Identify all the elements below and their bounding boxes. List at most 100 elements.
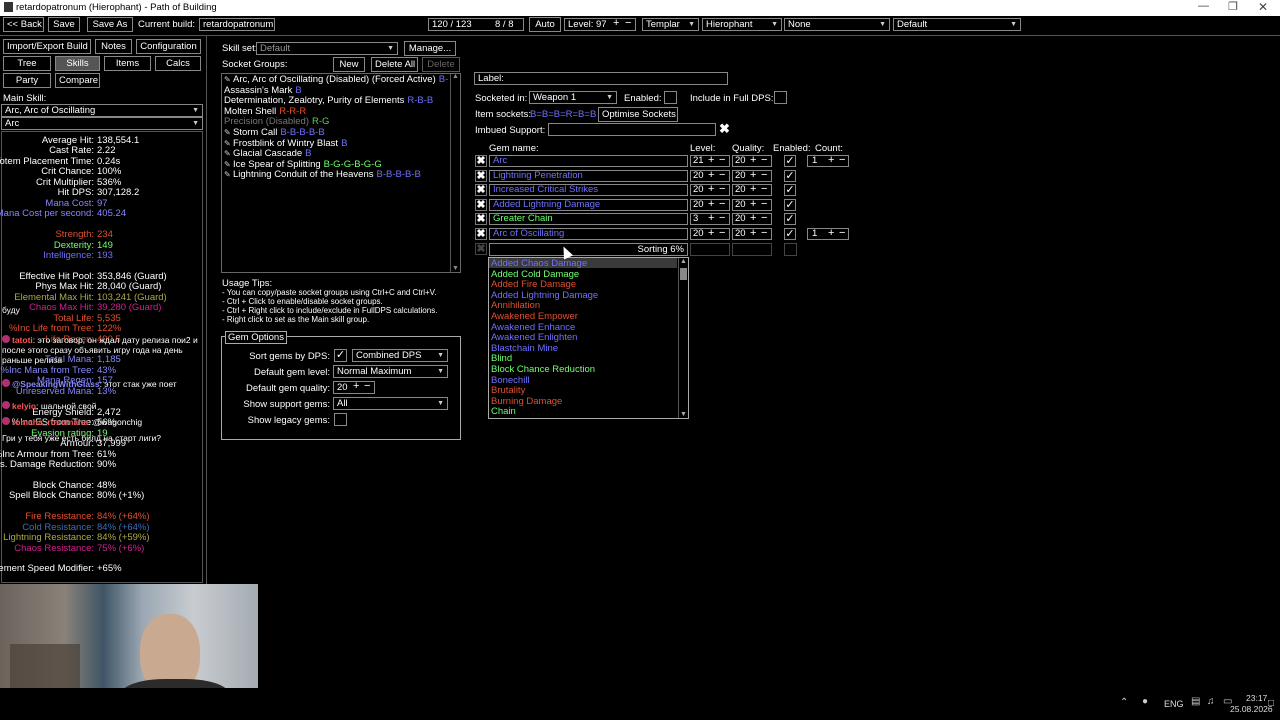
auto-level-button[interactable]: Auto bbox=[529, 17, 561, 32]
gem-dropdown-option[interactable]: Chain bbox=[491, 407, 516, 418]
dropdown-scroll-thumb[interactable] bbox=[680, 268, 687, 280]
default-quality-value[interactable]: 20 bbox=[337, 382, 348, 393]
sort-mode-select[interactable]: Combined DPS bbox=[352, 349, 448, 362]
group-label-field[interactable]: Label: bbox=[474, 72, 728, 85]
gem-level-decrease-icon[interactable]: − bbox=[719, 156, 725, 166]
gem-name-field[interactable]: Greater Chain bbox=[489, 213, 688, 226]
gem-enabled-checkbox[interactable]: ✓ bbox=[784, 184, 796, 197]
remove-gem-icon[interactable]: ✖ bbox=[475, 184, 487, 197]
party-tab[interactable]: Party bbox=[3, 73, 51, 88]
level-increase-icon[interactable]: + bbox=[613, 19, 619, 29]
bandit-select[interactable]: None bbox=[784, 18, 890, 31]
groups-scrollbar[interactable]: ▲ ▼ bbox=[450, 73, 460, 272]
scroll-up-icon[interactable]: ▲ bbox=[452, 73, 459, 80]
gem-name-field[interactable]: Arc of Oscillating bbox=[489, 228, 688, 240]
gem-quality-increase-icon[interactable]: + bbox=[750, 156, 756, 166]
tree-tab[interactable]: Tree bbox=[3, 56, 51, 71]
gem-enabled-checkbox[interactable]: ✓ bbox=[784, 169, 796, 182]
gem-level-increase-icon[interactable]: + bbox=[708, 171, 714, 181]
items-tab[interactable]: Items bbox=[104, 56, 151, 71]
gem-level-increase-icon[interactable]: + bbox=[708, 214, 714, 224]
gem-level-decrease-icon[interactable]: − bbox=[719, 200, 725, 210]
gem-dropdown-option[interactable]: Block Chance Reduction bbox=[491, 364, 595, 376]
save-as-button[interactable]: Save As bbox=[87, 17, 133, 32]
dropdown-scrollbar[interactable]: ▲ ▼ bbox=[678, 258, 688, 418]
remove-gem-icon[interactable]: ✖ bbox=[475, 198, 487, 211]
save-button[interactable]: Save bbox=[48, 17, 80, 32]
gem-quality-decrease-icon[interactable]: − bbox=[761, 200, 767, 210]
clock-date[interactable]: 25.08.2026 bbox=[1230, 704, 1273, 714]
class-select[interactable]: Templar bbox=[642, 18, 699, 31]
gem-quality-increase-icon[interactable]: + bbox=[750, 229, 756, 239]
remove-gem-icon[interactable]: ✖ bbox=[475, 155, 487, 167]
dropdown-scroll-down-icon[interactable]: ▼ bbox=[680, 411, 687, 418]
back-button[interactable]: << Back bbox=[3, 17, 44, 32]
socketed-in-select[interactable]: Weapon 1 bbox=[529, 91, 617, 104]
new-group-button[interactable]: New bbox=[333, 57, 365, 72]
gem-quality-increase-icon[interactable]: + bbox=[750, 200, 756, 210]
group-enabled-checkbox[interactable] bbox=[664, 91, 677, 104]
gem-enabled-checkbox[interactable]: ✓ bbox=[784, 198, 796, 211]
configuration-button[interactable]: Configuration bbox=[136, 39, 201, 54]
gem-quality-increase-icon[interactable]: + bbox=[750, 185, 756, 195]
gem-name-field[interactable]: Arc bbox=[489, 155, 688, 167]
maximize-icon[interactable]: ❐ bbox=[1228, 0, 1238, 13]
level-value[interactable]: 97 bbox=[596, 19, 607, 30]
gem-name-field[interactable]: Lightning Penetration bbox=[489, 169, 688, 182]
gem-quality-decrease-icon[interactable]: − bbox=[761, 185, 767, 195]
scroll-down-icon[interactable]: ▼ bbox=[452, 265, 459, 272]
delete-all-button[interactable]: Delete All bbox=[371, 57, 418, 72]
remove-gem-icon[interactable]: ✖ bbox=[475, 213, 487, 226]
gem-level-decrease-icon[interactable]: − bbox=[719, 185, 725, 195]
quality-increase-icon[interactable]: + bbox=[353, 382, 359, 392]
gem-quality-field[interactable]: 20 + − bbox=[732, 198, 772, 211]
gem-dropdown[interactable]: Added Chaos Damage Added Cold Damage Added… bbox=[488, 257, 689, 419]
socket-group-item[interactable]: ✎ Lightning Conduit of the Heavens B-B-B-B… bbox=[224, 170, 421, 181]
gem-level-field[interactable]: 20 + − bbox=[690, 228, 730, 240]
volume-icon[interactable]: ♫ bbox=[1207, 696, 1215, 707]
show-support-select[interactable]: All bbox=[333, 397, 448, 410]
gem-count-increase-icon[interactable]: + bbox=[828, 156, 834, 166]
gem-count-field[interactable]: 1 + − bbox=[807, 155, 849, 167]
gem-quality-increase-icon[interactable]: + bbox=[750, 214, 756, 224]
gem-dropdown-option[interactable]: Added Chaos Damage bbox=[491, 258, 587, 270]
network-icon[interactable]: ▤ bbox=[1191, 696, 1200, 707]
gem-level-decrease-icon[interactable]: − bbox=[719, 229, 725, 239]
gem-quality-field[interactable]: 20 + − bbox=[732, 155, 772, 167]
sort-gems-checkbox[interactable]: ✓ bbox=[334, 349, 347, 362]
close-icon[interactable]: ✕ bbox=[1258, 0, 1268, 14]
tray-chevron-icon[interactable]: ⌃ bbox=[1120, 697, 1128, 708]
gem-quality-field[interactable]: 20 + − bbox=[732, 184, 772, 197]
notifications-icon[interactable]: □ bbox=[1268, 698, 1274, 709]
remove-gem-icon[interactable]: ✖ bbox=[475, 228, 487, 240]
gem-enabled-checkbox[interactable]: ✓ bbox=[784, 228, 796, 240]
gem-dropdown-option[interactable]: Awakened Empower bbox=[491, 311, 578, 323]
pantheon-select[interactable]: Default bbox=[893, 18, 1021, 31]
gem-level-field[interactable]: 21 + − bbox=[690, 155, 730, 167]
gem-level-field[interactable]: 20 + − bbox=[690, 169, 730, 182]
gem-count-decrease-icon[interactable]: − bbox=[839, 156, 845, 166]
main-skill-select[interactable]: Arc, Arc of Oscillating bbox=[1, 104, 203, 117]
optimise-sockets-button[interactable]: Optimise Sockets bbox=[598, 107, 678, 122]
ascendancy-select[interactable]: Hierophant bbox=[702, 18, 782, 31]
gem-quality-decrease-icon[interactable]: − bbox=[761, 156, 767, 166]
skill-set-select[interactable]: Default bbox=[256, 42, 398, 55]
gem-enabled-checkbox[interactable]: ✓ bbox=[784, 155, 796, 167]
microphone-icon[interactable]: ● bbox=[1142, 696, 1148, 707]
gem-level-decrease-icon[interactable]: − bbox=[719, 214, 725, 224]
gem-level-increase-icon[interactable]: + bbox=[708, 185, 714, 195]
manage-skill-sets-button[interactable]: Manage... bbox=[404, 41, 456, 56]
gem-level-increase-icon[interactable]: + bbox=[708, 229, 714, 239]
gem-level-field[interactable]: 3 + − bbox=[690, 213, 730, 226]
remove-gem-icon[interactable]: ✖ bbox=[475, 169, 487, 182]
gem-level-increase-icon[interactable]: + bbox=[708, 156, 714, 166]
default-level-select[interactable]: Normal Maximum bbox=[333, 365, 448, 378]
clock-time[interactable]: 23:17 bbox=[1246, 693, 1267, 703]
gem-count-increase-icon[interactable]: + bbox=[828, 229, 834, 239]
gem-level-field[interactable]: 20 + − bbox=[690, 198, 730, 211]
gem-quality-field[interactable]: 20 + − bbox=[732, 213, 772, 226]
language-indicator[interactable]: ENG bbox=[1164, 699, 1184, 709]
default-quality-field[interactable]: 20 + − bbox=[333, 381, 375, 394]
dropdown-scroll-up-icon[interactable]: ▲ bbox=[680, 258, 687, 265]
gem-quality-increase-icon[interactable]: + bbox=[750, 171, 756, 181]
